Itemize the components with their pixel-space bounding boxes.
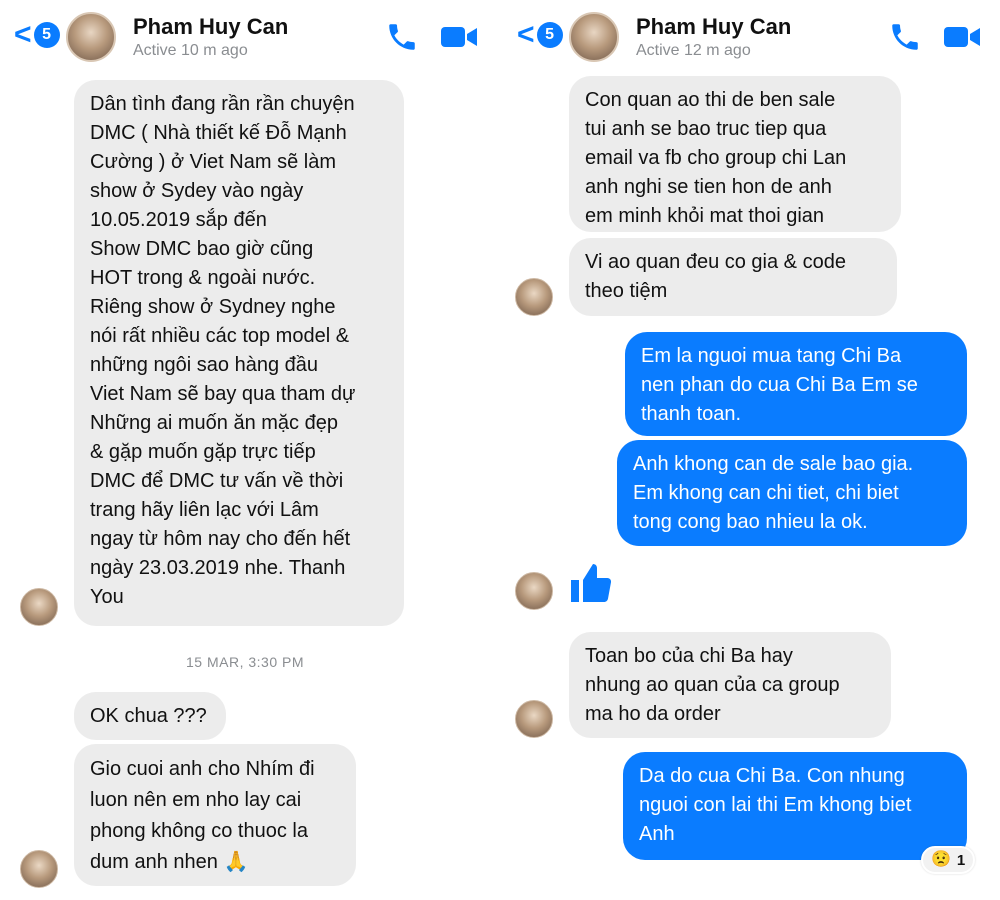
message-line: ma ho da order xyxy=(585,703,721,725)
message-line: nguoi con lai thi Em khong biet xyxy=(639,794,912,816)
message-line: trang hãy liên lạc với Lâm xyxy=(90,499,319,521)
message-line: Anh khong can de sale bao gia. xyxy=(633,453,914,475)
sender-avatar[interactable] xyxy=(515,278,553,316)
contact-name[interactable]: Pham Huy Can xyxy=(133,14,288,40)
phone-icon[interactable] xyxy=(385,20,419,54)
contact-avatar[interactable] xyxy=(66,12,116,62)
message-line: Toan bo của chi Ba hay xyxy=(585,645,793,667)
message-line: Dân tình đang rần rần chuyện xyxy=(90,93,355,115)
message-bubble-outgoing[interactable]: Em la nguoi mua tang Chi Ba nen phan do … xyxy=(625,332,967,436)
message-line: theo tiệm xyxy=(585,280,668,302)
like-thumb-icon xyxy=(571,564,612,602)
message-line: anh nghi se tien hon de anh xyxy=(585,176,832,198)
back-chevron-icon: < xyxy=(14,18,32,51)
message-line: email va fb cho group chi Lan xyxy=(585,147,847,169)
contact-name[interactable]: Pham Huy Can xyxy=(636,14,791,40)
message-line: phong không co thuoc la xyxy=(90,820,308,842)
unread-count-badge: 5 xyxy=(33,22,60,48)
reaction-count: 1 xyxy=(956,851,966,869)
unread-count-badge: 5 xyxy=(536,22,563,48)
message-line: You xyxy=(90,586,124,608)
message-line: Da do cua Chi Ba. Con nhung xyxy=(639,765,905,787)
message-line: những ngôi sao hàng đầu xyxy=(90,354,319,376)
sad-face-icon: 😟 xyxy=(931,851,951,868)
message-line: Cường ) ở Viet Nam sẽ làm xyxy=(90,151,336,173)
message-bubble-incoming[interactable]: Toan bo của chi Ba hay nhung ao quan của… xyxy=(569,632,891,738)
chat-header: < 5 Pham Huy Can Active 10 m ago xyxy=(0,0,497,72)
message-line: ngày 23.03.2019 nhe. Thanh xyxy=(90,557,346,579)
message-line: Em khong can chi tiet, chi biet xyxy=(633,482,899,504)
message-line: Anh xyxy=(639,823,675,845)
active-status: Active 12 m ago xyxy=(636,42,751,59)
message-line: DMC ( Nhà thiết kế Đỗ Mạnh xyxy=(90,122,347,144)
message-line: em minh khỏi mat thoi gian xyxy=(585,205,825,227)
message-line: Con quan ao thi de ben sale xyxy=(585,89,836,111)
message-line: HOT trong & ngoài nước. xyxy=(90,267,316,289)
chat-header: < 5 Pham Huy Can Active 12 m ago xyxy=(503,0,1000,72)
active-status: Active 10 m ago xyxy=(133,42,248,59)
message-bubble-incoming[interactable]: Dân tình đang rần rần chuyện DMC ( Nhà t… xyxy=(74,80,404,626)
message-line: Vi ao quan đeu co gia & code xyxy=(585,251,846,273)
message-line: Viet Nam sẽ bay qua tham dự xyxy=(90,383,356,405)
sender-avatar[interactable] xyxy=(20,588,58,626)
message-line: dum anh nhen 🙏 xyxy=(90,851,249,873)
message-line: & gặp muốn gặp trực tiếp xyxy=(90,441,316,463)
message-line: 10.05.2019 sắp đến xyxy=(90,209,267,231)
message-line: Em la nguoi mua tang Chi Ba xyxy=(641,345,902,367)
message-reaction[interactable]: 😟 1 xyxy=(921,846,976,874)
message-bubble-outgoing[interactable]: Anh khong can de sale bao gia. Em khong … xyxy=(617,440,967,546)
message-line: thanh toan. xyxy=(641,403,742,425)
message-line: nói rất nhiều các top model & xyxy=(90,325,350,347)
message-line: tong cong bao nhieu la ok. xyxy=(633,511,868,533)
message-line: Những ai muốn ăn mặc đẹp xyxy=(90,412,338,434)
message-line: Riêng show ở Sydney nghe xyxy=(90,296,336,318)
video-camera-icon[interactable] xyxy=(942,22,982,52)
message-line: DMC để DMC tư vấn về thời xyxy=(90,470,344,492)
sender-avatar[interactable] xyxy=(515,700,553,738)
message-line: ngay từ hôm nay cho đến hết xyxy=(90,528,351,550)
back-button[interactable]: < 5 xyxy=(14,20,60,50)
message-bubble-outgoing[interactable]: Da do cua Chi Ba. Con nhung nguoi con la… xyxy=(623,752,967,860)
message-line: Gio cuoi anh cho Nhím đi xyxy=(90,758,315,780)
sender-avatar[interactable] xyxy=(515,572,553,610)
message-line: show ở Sydey vào ngày xyxy=(90,180,304,202)
message-bubble-incoming[interactable]: Gio cuoi anh cho Nhím đi luon nên em nho… xyxy=(74,744,356,886)
message-timestamp: 15 MAR, 3:30 PM xyxy=(186,654,304,670)
video-camera-icon[interactable] xyxy=(439,22,479,52)
back-button[interactable]: < 5 xyxy=(517,20,563,50)
message-line: tui anh se bao truc tiep qua xyxy=(585,118,827,140)
message-line: Show DMC bao giờ cũng xyxy=(90,238,314,260)
message-bubble-incoming[interactable]: Vi ao quan đeu co gia & code theo tiệm xyxy=(569,238,897,316)
message-line: nen phan do cua Chi Ba Em se xyxy=(641,374,918,396)
message-line: nhung ao quan của ca group xyxy=(585,674,840,696)
message-bubble-incoming[interactable]: OK chua ??? xyxy=(74,692,226,740)
message-bubble-incoming[interactable]: Con quan ao thi de ben sale tui anh se b… xyxy=(569,76,901,232)
message-line: luon nên em nho lay cai xyxy=(90,789,302,811)
conversation-panel-right: < 5 Pham Huy Can Active 12 m ago Con qua… xyxy=(503,0,1000,900)
conversation-panel-left: < 5 Pham Huy Can Active 10 m ago Dân tìn… xyxy=(0,0,497,900)
phone-icon[interactable] xyxy=(888,20,922,54)
contact-avatar[interactable] xyxy=(569,12,619,62)
back-chevron-icon: < xyxy=(517,18,535,51)
sender-avatar[interactable] xyxy=(20,850,58,888)
message-line: OK chua ??? xyxy=(90,705,207,727)
